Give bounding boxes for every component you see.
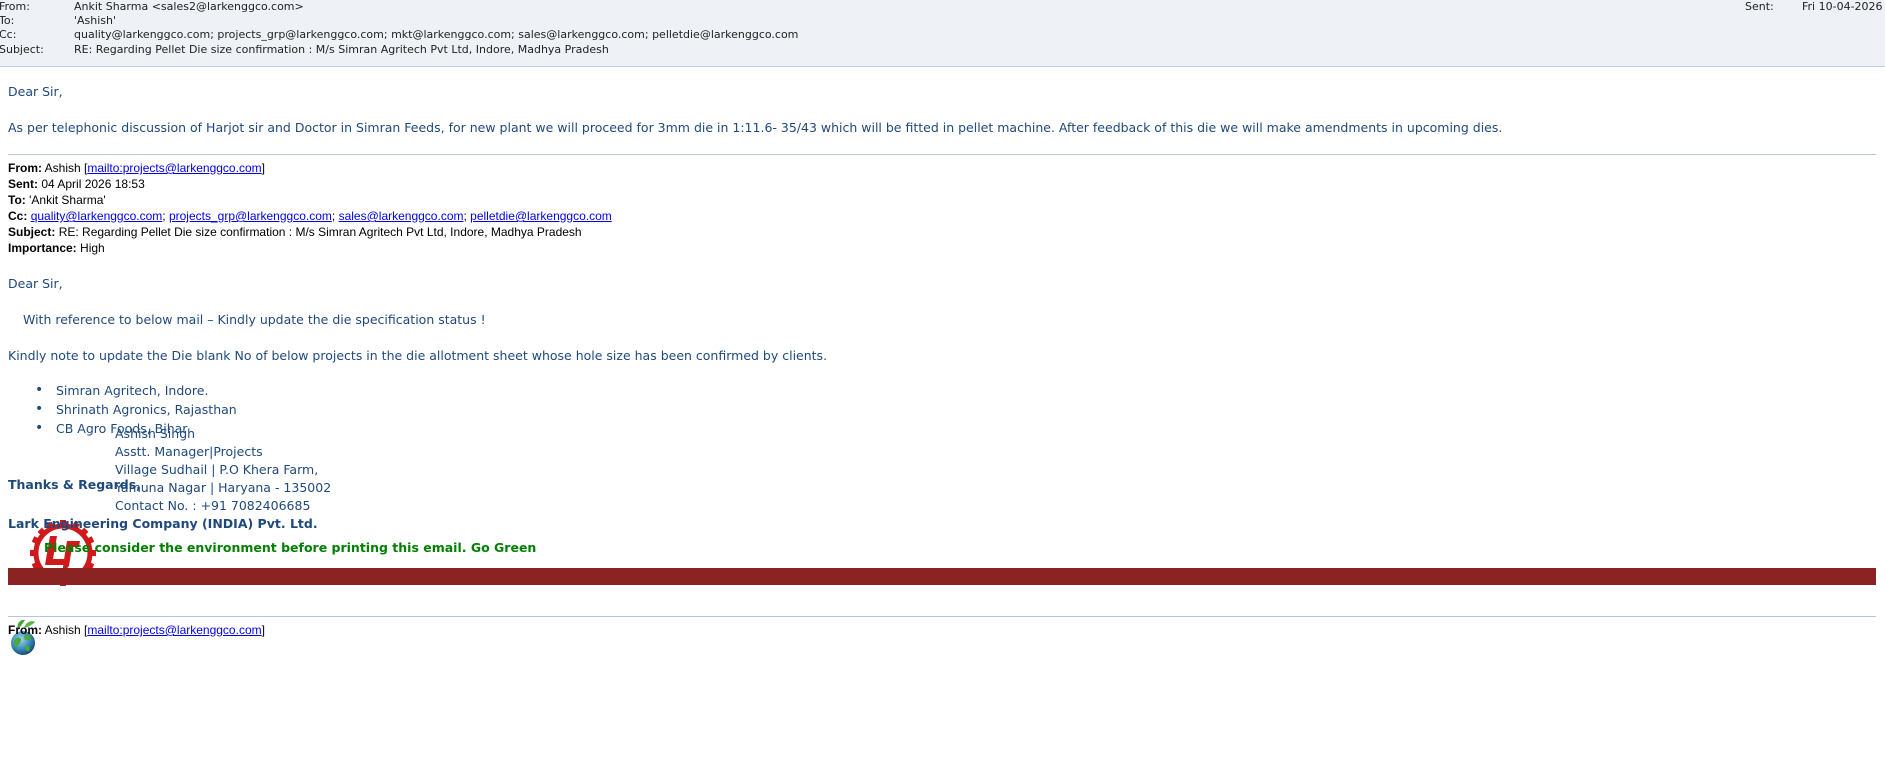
header-to-label: To: (0, 14, 15, 27)
header-cc-label: Cc: (0, 28, 17, 41)
signature-banner-bar (8, 568, 1876, 585)
fwd-from-close: ] (261, 161, 265, 175)
message-line-1: With reference to below mail – Kindly up… (23, 312, 486, 327)
fwd-cc-link-projects[interactable]: projects_grp@larkenggco.com (169, 209, 332, 223)
cc-separator: ; (331, 209, 336, 223)
fwd-importance-line: Importance: High (8, 241, 105, 255)
fwd-sent-label: Sent: (8, 177, 38, 191)
signature-name: Ashish Singh (115, 426, 196, 441)
fwd-from-name: Ashish [ (44, 161, 88, 175)
fwd-cc-link-quality[interactable]: quality@larkenggco.com (31, 209, 163, 223)
signature-company: Lark Engineering Company (INDIA) Pvt. Lt… (8, 516, 318, 531)
fwd-from-link[interactable]: mailto:projects@larkenggco.com (87, 161, 261, 175)
signature-address-1: Village Sudhail | P.O Khera Farm, (115, 462, 319, 477)
next-fwd-from-name: Ashish [ (44, 623, 88, 637)
fwd-sent-line: Sent: 04 April 2026 18:53 (8, 177, 145, 191)
message-header: From: Ankit Sharma <sales2@larkenggco.co… (0, 0, 1885, 67)
next-fwd-from-label: From: (8, 623, 42, 637)
fwd-to-line: To: 'Ankit Sharma' (8, 193, 106, 207)
reply-greeting: Dear Sir, (8, 84, 63, 99)
header-sent: Sent: Fri 10-04-2026 17 (1745, 0, 1885, 14)
fwd-cc-link-pelletdie[interactable]: pelletdie@larkenggco.com (470, 209, 612, 223)
header-from-label: From: (0, 0, 30, 13)
reply-text: As per telephonic discussion of Harjot s… (8, 120, 1503, 135)
fwd-to-label: To: (8, 193, 26, 207)
fwd-from-line: From: Ashish [mailto:projects@larkenggco… (8, 161, 265, 175)
header-from-value[interactable]: Ankit Sharma <sales2@larkenggco.com> (74, 0, 304, 14)
fwd-sent-value: 04 April 2026 18:53 (41, 177, 145, 191)
fwd-subject-line: Subject: RE: Regarding Pellet Die size c… (8, 225, 582, 239)
list-item: Simran Agritech, Indore. (8, 381, 237, 400)
forward-divider (8, 154, 1876, 155)
fwd-cc-label: Cc: (8, 209, 28, 223)
header-subject-label: Subject: (0, 43, 44, 56)
header-sent-label: Sent: (1745, 0, 1774, 13)
fwd-importance-label: Importance: (8, 241, 77, 255)
list-item: Shrinath Agronics, Rajasthan (8, 400, 237, 419)
fwd-cc-line: Cc: quality@larkenggco.com; projects_grp… (8, 209, 612, 223)
forward-divider (8, 616, 1876, 617)
signature-title: Asstt. Manager|Projects (115, 444, 263, 459)
message-line-2: Kindly note to update the Die blank No o… (8, 348, 828, 363)
fwd-to-value: 'Ankit Sharma' (29, 193, 106, 207)
header-sent-value: Fri 10-04-2026 17 (1802, 0, 1885, 13)
header-cc-value[interactable]: quality@larkenggco.com; projects_grp@lar… (74, 28, 798, 42)
next-fwd-from-line: From: Ashish [mailto:projects@larkenggco… (8, 623, 265, 637)
header-subject-value: RE: Regarding Pellet Die size confirmati… (74, 43, 609, 56)
fwd-cc-link-sales[interactable]: sales@larkenggco.com (339, 209, 464, 223)
next-fwd-from-link[interactable]: mailto:projects@larkenggco.com (87, 623, 261, 637)
fwd-from-label: From: (8, 161, 42, 175)
message-greeting: Dear Sir, (8, 276, 63, 291)
fwd-subject-label: Subject: (8, 225, 56, 239)
next-fwd-from-close: ] (261, 623, 265, 637)
fwd-importance-value: High (80, 241, 105, 255)
signature-address-2: Yamuna Nagar | Haryana - 135002 (115, 480, 332, 495)
signature-contact: Contact No. : +91 7082406685 (115, 498, 311, 513)
fwd-subject-value: RE: Regarding Pellet Die size confirmati… (58, 225, 582, 239)
header-to-value[interactable]: 'Ashish' (74, 14, 116, 28)
cc-separator: ; (463, 209, 467, 223)
go-green-note: Please consider the environment before p… (44, 540, 537, 555)
cc-separator: ; (162, 209, 166, 223)
